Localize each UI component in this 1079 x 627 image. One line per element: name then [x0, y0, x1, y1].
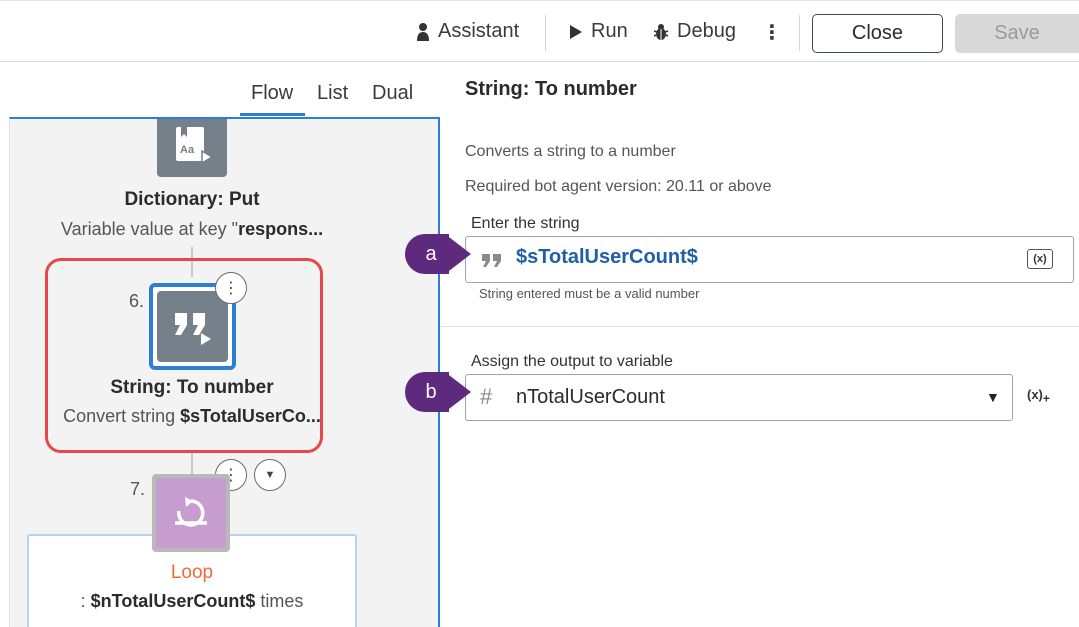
dictionary-put-desc-prefix: Variable value at key "	[60, 219, 239, 239]
string-input-value: $sTotalUserCount$	[516, 246, 698, 268]
tab-flow[interactable]: Flow	[251, 82, 293, 105]
string-desc-var: $sTotalUserCo...	[180, 406, 321, 426]
insert-variable-button[interactable]: (x)	[1027, 249, 1053, 269]
properties-panel: String: To number Converts a string to a…	[441, 62, 1079, 627]
dictionary-put-title: Dictionary: Put	[124, 189, 260, 210]
flow-panel: Flow List Dual Aa Dictionary: Put Variab…	[0, 62, 440, 627]
callout-a-arrow	[445, 234, 471, 274]
loop-description: : $nTotalUserCount$ times	[10, 591, 374, 612]
run-button[interactable]: Run	[569, 20, 628, 43]
more-options-button[interactable]: ⋮	[762, 20, 782, 45]
assistant-button[interactable]: Assistant	[416, 20, 519, 43]
debug-label: Debug	[677, 20, 736, 42]
callout-b-label: b	[405, 372, 449, 412]
close-button[interactable]: Close	[812, 14, 943, 53]
assistant-icon	[417, 22, 429, 41]
toolbar-divider	[545, 15, 546, 51]
play-icon	[570, 24, 582, 39]
loop-desc-prefix: :	[80, 591, 91, 611]
flow-canvas[interactable]: Aa Dictionary: Put Variable value at key…	[9, 117, 440, 627]
more-icon: ⋮	[762, 22, 782, 44]
string-node-icon-bg	[157, 291, 228, 362]
active-tab-indicator	[240, 113, 305, 116]
loop-desc-suffix: times	[255, 591, 304, 611]
string-field-hint: String entered must be a valid number	[479, 286, 700, 301]
string-to-number-title: String: To number	[110, 377, 274, 398]
create-variable-button[interactable]: (x)+	[1027, 387, 1050, 406]
loop-desc-var: $nTotalUserCount$	[90, 591, 256, 611]
toolbar-divider	[799, 15, 800, 51]
bug-icon	[653, 23, 669, 40]
string-desc-prefix: Convert string	[63, 406, 181, 426]
chevron-down-icon: ▼	[986, 389, 1000, 405]
dictionary-put-description: Variable value at key "respons...	[10, 219, 374, 240]
action-description: Converts a string to a number	[465, 143, 676, 160]
number-type-icon: #	[480, 384, 493, 409]
dictionary-put-icon[interactable]: Aa	[157, 119, 227, 177]
string-field-label: Enter the string	[471, 215, 580, 232]
loop-icon	[175, 497, 207, 527]
view-tabs: Flow List Dual	[0, 62, 440, 116]
run-label: Run	[591, 20, 628, 42]
create-variable-label: (x)	[1027, 387, 1043, 402]
section-divider	[441, 326, 1079, 327]
action-title: String: To number	[465, 78, 637, 100]
top-toolbar: Assistant Run Debug ⋮ Close Save	[0, 0, 1079, 62]
callout-b-arrow	[445, 372, 471, 412]
tab-dual[interactable]: Dual	[372, 82, 413, 105]
debug-button[interactable]: Debug	[653, 20, 736, 43]
output-variable-value: nTotalUserCount	[516, 386, 665, 408]
loop-title: Loop	[170, 562, 214, 583]
expand-button[interactable]: ▼	[254, 459, 286, 491]
step-number: 7.	[130, 479, 146, 499]
version-requirement: Required bot agent version: 20.11 or abo…	[465, 178, 772, 195]
tab-list[interactable]: List	[317, 82, 348, 105]
loop-icon-box[interactable]	[152, 474, 230, 552]
kebab-icon: ⋮	[223, 280, 239, 297]
dictionary-put-desc-key: respons...	[238, 219, 324, 239]
dictionary-icon-text: Aa	[180, 144, 195, 156]
quote-icon	[174, 312, 211, 345]
assistant-label: Assistant	[438, 20, 520, 42]
output-variable-select[interactable]: # nTotalUserCount ▼	[465, 374, 1013, 421]
callout-a-label: a	[405, 234, 449, 274]
string-input[interactable]: $sTotalUserCount$ (x)	[465, 236, 1074, 283]
step-number: 6.	[129, 291, 145, 311]
node-options-button[interactable]: ⋮	[215, 272, 247, 304]
save-button[interactable]: Save	[955, 14, 1079, 53]
output-field-label: Assign the output to variable	[471, 353, 673, 370]
quote-icon	[482, 254, 501, 267]
dictionary-icon: Aa	[176, 127, 214, 165]
string-to-number-description: Convert string $sTotalUserCo...	[10, 406, 374, 427]
chevron-down-icon: ▼	[264, 469, 276, 481]
